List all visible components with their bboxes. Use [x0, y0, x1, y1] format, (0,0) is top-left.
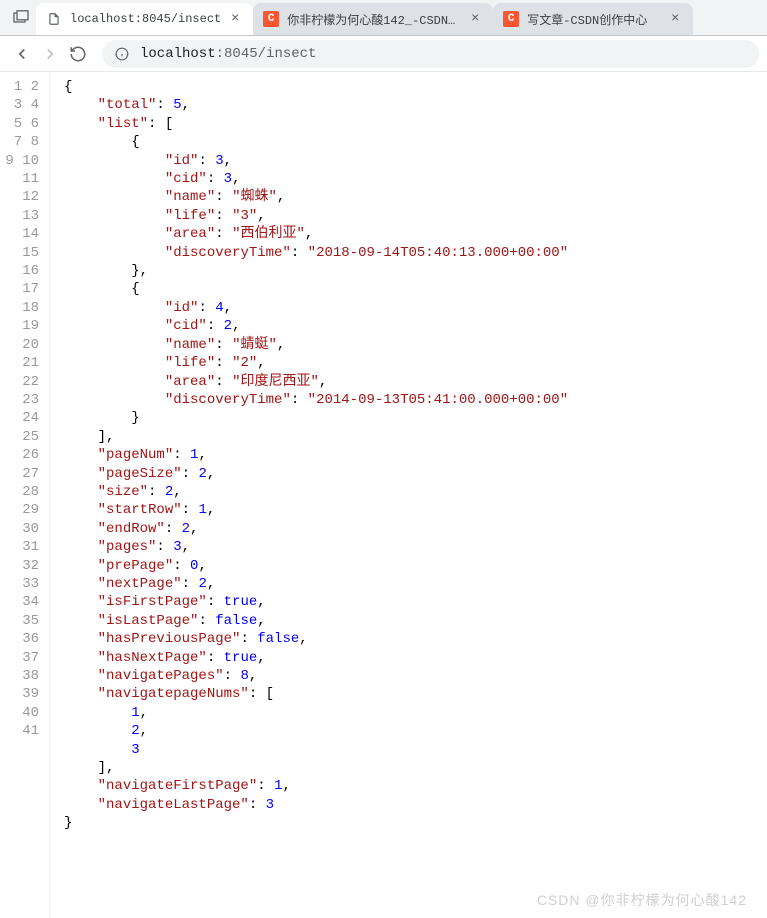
tab-localhost[interactable]: localhost:8045/insect × — [36, 3, 253, 35]
url-path: /insect — [258, 46, 317, 62]
csdn-icon: C — [503, 11, 519, 27]
url-host: localhost — [140, 46, 216, 62]
tabs-container: localhost:8045/insect × C 你非柠檬为何心酸142_-C… — [36, 0, 767, 35]
line-numbers: 1 2 3 4 5 6 7 8 9 10 11 12 13 14 15 16 1… — [0, 72, 50, 918]
tab-title: 你非柠檬为何心酸142_-CSDN博客 — [287, 11, 461, 28]
csdn-icon: C — [263, 11, 279, 27]
page-content: 1 2 3 4 5 6 7 8 9 10 11 12 13 14 15 16 1… — [0, 72, 767, 918]
close-icon[interactable]: × — [667, 11, 683, 27]
url-port: :8045 — [216, 46, 258, 62]
tab-csdn-write[interactable]: C 写文章-CSDN创作中心 × — [493, 3, 693, 35]
forward-button — [36, 40, 64, 68]
json-viewer: { "total": 5, "list": [ { "id": 3, "cid"… — [50, 72, 767, 918]
file-icon — [46, 11, 62, 27]
address-bar[interactable]: localhost:8045/insect — [102, 40, 759, 68]
watermark: CSDN @你非柠檬为何心酸142 — [537, 890, 747, 910]
browser-tab-strip: localhost:8045/insect × C 你非柠檬为何心酸142_-C… — [0, 0, 767, 36]
window-menu-icon[interactable] — [6, 2, 36, 32]
address-bar-row: localhost:8045/insect — [0, 36, 767, 72]
tab-csdn-blog[interactable]: C 你非柠檬为何心酸142_-CSDN博客 × — [253, 3, 493, 35]
close-icon[interactable]: × — [227, 11, 243, 27]
back-button[interactable] — [8, 40, 36, 68]
tab-title: localhost:8045/insect — [70, 12, 221, 26]
tab-title: 写文章-CSDN创作中心 — [527, 11, 661, 28]
site-info-icon[interactable] — [114, 46, 130, 62]
reload-button[interactable] — [64, 40, 92, 68]
close-icon[interactable]: × — [467, 11, 483, 27]
